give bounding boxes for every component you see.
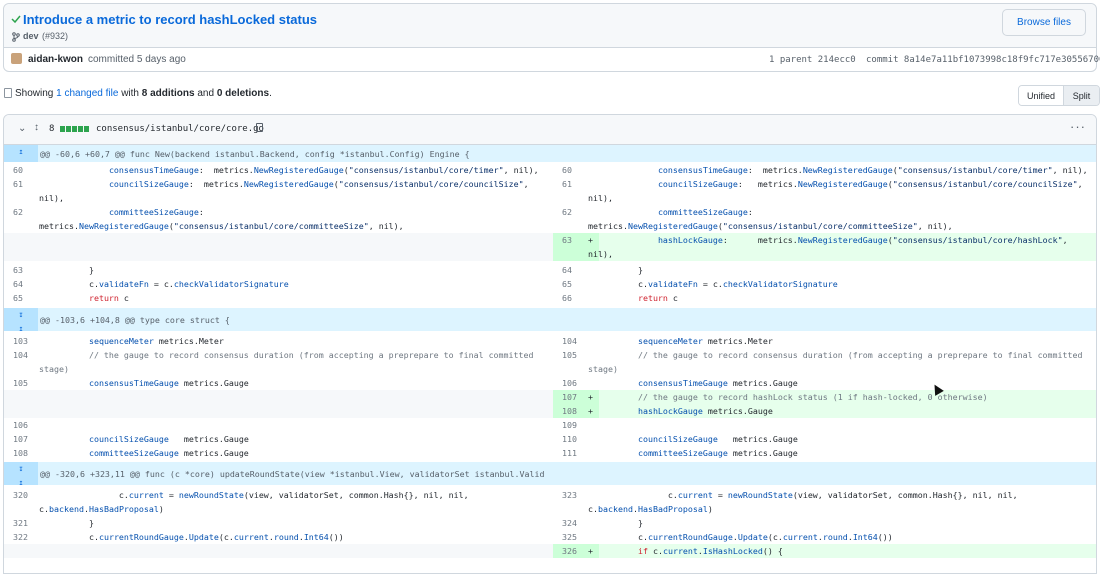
code-line: c.validateFn = c.checkValidatorSignature	[588, 279, 838, 289]
diffstat-bar	[60, 126, 89, 132]
code-line: c.current = newRoundState(view, validato…	[588, 490, 1018, 514]
code-line: councilSizeGauge: metrics.NewRegisteredG…	[588, 179, 1083, 203]
code-line: }	[588, 518, 643, 528]
avatar[interactable]	[11, 53, 22, 64]
file-header: ⌄ ↕ 8 consensus/istanbul/core/core.go ··…	[4, 115, 1096, 145]
code-line: c.currentRoundGauge.Update(c.current.rou…	[588, 532, 893, 542]
diff-row: 61 councilSizeGauge: metrics.NewRegister…	[4, 177, 1096, 205]
hunk-header-text: @@ -60,6 +60,7 @@ func New(backend istan…	[40, 149, 470, 159]
code-line: hashLockGauge metrics.Gauge	[637, 406, 773, 416]
code-line: consensusTimeGauge metrics.Gauge	[637, 378, 798, 388]
summary-end: .	[269, 88, 272, 99]
diff-row: 64 c.validateFn = c.checkValidatorSignat…	[4, 277, 1096, 291]
diff-row-added: 108 + hashLockGauge metrics.Gauge	[4, 404, 1096, 418]
diff-row: 65 return c 66 return c	[4, 291, 1096, 305]
code-line: consensusTimeGauge metrics.Gauge	[88, 378, 249, 388]
hunk-header-text: @@ -320,6 +323,11 @@ func (c *core) upda…	[40, 469, 545, 479]
code-line: // the gauge to record hashLock status (…	[588, 392, 988, 402]
code-line: hashLockGauge: metrics.NewRegisteredGaug…	[588, 235, 1068, 259]
code-line: if c.current.IsHashLocked() {	[637, 546, 783, 556]
copy-icon[interactable]	[256, 123, 263, 132]
branch-link[interactable]: dev	[23, 31, 39, 41]
diff-row: 322 c.currentRoundGauge.Update(c.current…	[4, 530, 1096, 544]
hunk-header-text: @@ -103,6 +104,8 @@ type core struct {	[40, 315, 230, 325]
expand-both-icon[interactable]: ↧ ↥	[4, 462, 38, 487]
hunk-header: ↧ ↥ @@ -320,6 +323,11 @@ func (c *core) u…	[4, 462, 1096, 487]
empty-cell	[4, 390, 553, 404]
code-line: return c	[637, 293, 678, 303]
empty-cell	[4, 404, 553, 418]
diff-summary: Showing 1 changed file with 8 additions …	[15, 88, 272, 99]
browse-files-button[interactable]: Browse files	[1002, 9, 1086, 36]
parent-info[interactable]: 1 parent 214ecc0	[769, 55, 856, 65]
diff-row-added: 326 + if c.current.IsHashLocked() {	[4, 544, 1096, 558]
author-link[interactable]: aidan-kwon	[28, 54, 83, 65]
line-number[interactable]: 106	[4, 418, 50, 432]
diff-row: 60 consensusTimeGauge: metrics.NewRegist…	[4, 163, 1096, 177]
expand-up-icon[interactable]: ↥	[4, 145, 38, 162]
diff-row: 106 109	[4, 418, 1096, 432]
code-line: }	[39, 265, 94, 275]
collapse-chevron-icon[interactable]: ⌄	[18, 123, 26, 134]
additions-count: 8 additions	[141, 88, 195, 99]
expand-all-icon[interactable]: ↕	[34, 122, 39, 133]
code-line: }	[39, 518, 94, 528]
code-line: }	[588, 265, 643, 275]
code-line: councilSizeGauge metrics.Gauge	[88, 434, 249, 444]
code-line: committeeSizeGauge: metrics.NewRegistere…	[588, 207, 953, 231]
code-line: c.currentRoundGauge.Update(c.current.rou…	[39, 532, 344, 542]
commit-meta: aidan-kwon committed 5 days ago 1 parent…	[4, 47, 1100, 73]
hunk-header: ↥ @@ -60,6 +60,7 @@ func New(backend ist…	[4, 145, 1096, 162]
file-diff-icon	[4, 88, 12, 98]
diff-row: 104 // the gauge to record consensus dur…	[4, 348, 1096, 376]
diff-view-toggle: Unified Split	[1018, 85, 1100, 106]
split-button[interactable]: Split	[1064, 86, 1099, 105]
diff-row: 62 committeeSizeGauge: metrics.NewRegist…	[4, 205, 1096, 233]
deletions-count: 0 deletions	[216, 88, 270, 99]
code-line: councilSizeGauge metrics.Gauge	[637, 434, 798, 444]
check-icon	[11, 15, 21, 24]
summary-and: and	[197, 88, 215, 99]
commit-sha: commit 8a14e7a11bf1073998c18f9fc717e3055…	[866, 55, 1100, 65]
diff-row: 63 } 64 }	[4, 263, 1096, 277]
code-line: consensusTimeGauge: metrics.NewRegistere…	[108, 165, 539, 175]
diff-row-added: 63 + hashLockGauge: metrics.NewRegistere…	[4, 233, 1096, 261]
empty-cell	[4, 544, 553, 558]
code-line: // the gauge to record consensus duratio…	[39, 350, 534, 374]
change-count: 8	[49, 124, 55, 134]
commit-header: Introduce a metric to record hashLocked …	[4, 4, 1096, 48]
diff-row: 103 sequenceMeter metrics.Meter 104 sequ…	[4, 334, 1096, 348]
code-line: c.validateFn = c.checkValidatorSignature	[39, 279, 289, 289]
summary-with: with	[121, 88, 139, 99]
code-line: councilSizeGauge: metrics.NewRegisteredG…	[39, 179, 529, 203]
diff-row: 321 } 324 }	[4, 516, 1096, 530]
diff-row: 108 committeeSizeGauge metrics.Gauge 111…	[4, 446, 1096, 460]
more-options-icon[interactable]: ···	[1070, 119, 1086, 134]
line-number[interactable]: 109	[553, 418, 599, 432]
hunk-header: ↧ ↥ @@ -103,6 +104,8 @@ type core struct …	[4, 308, 1096, 333]
diff-row: 107 councilSizeGauge metrics.Gauge 110 c…	[4, 432, 1096, 446]
code-line: // the gauge to record consensus duratio…	[588, 350, 1083, 374]
commit-box: Introduce a metric to record hashLocked …	[3, 3, 1100, 73]
code-line: sequenceMeter metrics.Meter	[88, 336, 224, 346]
code-line: committeeSizeGauge metrics.Gauge	[88, 448, 249, 458]
summary-showing: Showing	[15, 88, 54, 99]
committed-time: committed 5 days ago	[88, 54, 186, 65]
unified-button[interactable]: Unified	[1019, 86, 1064, 105]
diff-row: 320 c.current = newRoundState(view, vali…	[4, 488, 1096, 516]
empty-cell	[4, 233, 553, 261]
code-line: consensusTimeGauge: metrics.NewRegistere…	[657, 165, 1088, 175]
changed-files-link[interactable]: 1 changed file	[56, 88, 118, 99]
code-line: return c	[88, 293, 129, 303]
code-line: c.current = newRoundState(view, validato…	[39, 490, 469, 514]
expand-both-icon[interactable]: ↧ ↥	[4, 308, 38, 333]
code-line: committeeSizeGauge metrics.Gauge	[637, 448, 798, 458]
code-line: committeeSizeGauge: metrics.NewRegistere…	[39, 207, 404, 231]
branch-icon	[12, 32, 20, 42]
code-line: sequenceMeter metrics.Meter	[637, 336, 773, 346]
commit-title: Introduce a metric to record hashLocked …	[23, 12, 318, 27]
pr-link[interactable]: (#932)	[42, 31, 68, 41]
file-path[interactable]: consensus/istanbul/core/core.go	[96, 124, 264, 134]
file-diff: ⌄ ↕ 8 consensus/istanbul/core/core.go ··…	[3, 114, 1097, 574]
